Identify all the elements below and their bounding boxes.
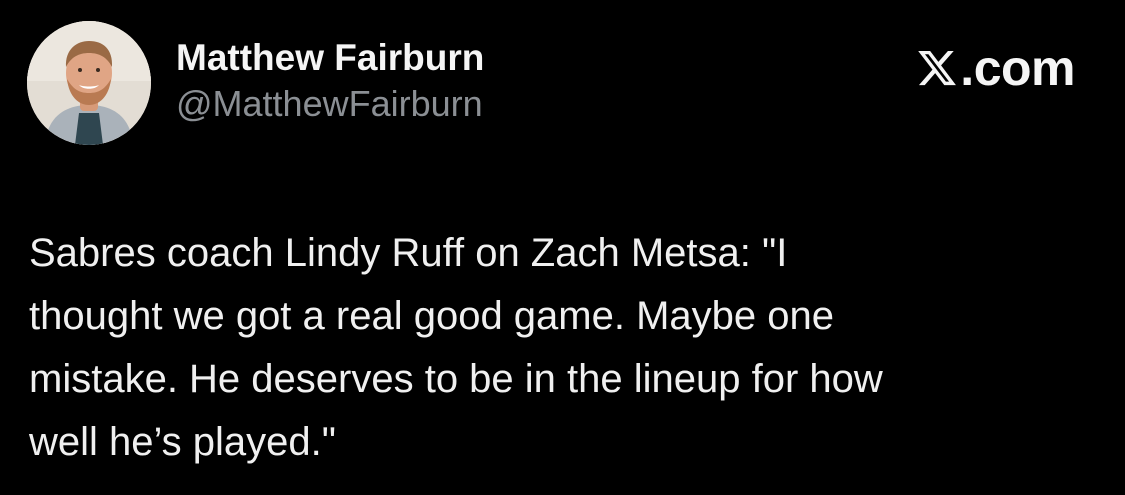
tweet-text: Sabres coach Lindy Ruff on Zach Metsa: "…: [29, 231, 883, 464]
tweet-card: Matthew Fairburn @MatthewFairburn .com S…: [0, 0, 1125, 495]
author-block: Matthew Fairburn @MatthewFairburn: [176, 36, 484, 126]
brand-label: .com: [960, 40, 1075, 96]
display-name[interactable]: Matthew Fairburn: [176, 36, 484, 80]
x-com-brand: .com: [916, 40, 1075, 96]
avatar[interactable]: [27, 21, 151, 145]
x-logo-icon: [916, 47, 958, 89]
handle[interactable]: @MatthewFairburn: [176, 82, 484, 126]
